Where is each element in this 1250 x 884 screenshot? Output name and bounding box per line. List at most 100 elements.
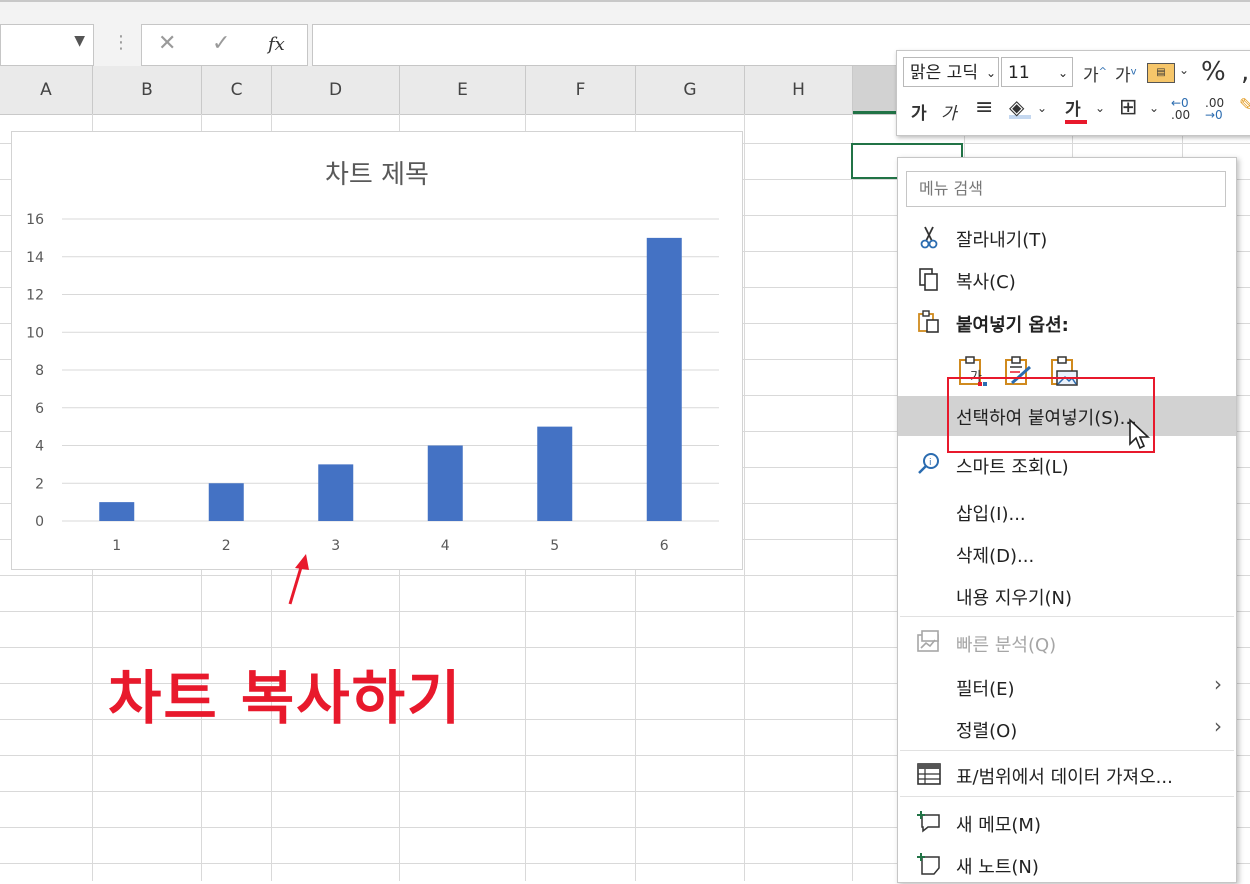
chevron-down-icon[interactable]: ⌄: [1149, 101, 1159, 115]
mouse-cursor-icon: [1129, 418, 1150, 450]
new-note-icon: [917, 853, 940, 875]
enter-icon[interactable]: ✓: [212, 31, 230, 56]
menu-item-label: 빠른 분석(Q): [956, 635, 1057, 656]
percent-style-button[interactable]: %: [1201, 57, 1226, 87]
currency-format-icon[interactable]: ▤: [1147, 63, 1175, 83]
grid-line: [744, 114, 745, 881]
chevron-right-icon: ›: [1214, 714, 1222, 738]
menu-item-quick-analysis[interactable]: 빠른 분석(Q): [898, 622, 1236, 662]
x-tick-label: 3: [331, 538, 340, 554]
y-tick-label: 8: [35, 363, 44, 379]
bar[interactable]: [318, 464, 354, 521]
align-center-icon[interactable]: ≡: [975, 95, 993, 120]
increase-decimal-icon[interactable]: ←0.00: [1171, 97, 1190, 121]
menu-item-label: 삭제(D)...: [956, 546, 1035, 567]
menu-item-label: 표/범위에서 데이터 가져오...: [956, 767, 1173, 788]
insert-function-icon[interactable]: fx: [268, 34, 285, 55]
menu-item-insert[interactable]: 삽입(I)...: [898, 491, 1236, 531]
menu-item-label: 필터(E): [956, 679, 1015, 700]
x-tick-label: 2: [222, 538, 231, 554]
svg-text:i: i: [929, 458, 932, 468]
x-tick-label: 6: [660, 538, 669, 554]
italic-button[interactable]: 가: [941, 99, 957, 124]
font-name-select[interactable]: 맑은 고딕 ⌄: [903, 57, 999, 87]
chevron-down-icon[interactable]: ▼: [74, 33, 85, 49]
context-menu: 메뉴 검색 잘라내기(T) 복사(C) 붙여넣기 옵션: 가 선택하여 붙여넣기…: [897, 157, 1237, 883]
fill-color-icon[interactable]: ◈: [1009, 95, 1031, 119]
formula-buttons: ✕ ✓ fx: [141, 24, 308, 66]
menu-item-sort[interactable]: 정렬(O) ›: [898, 708, 1236, 748]
menu-item-paste-options: 붙여넣기 옵션:: [898, 302, 1236, 342]
y-tick-label: 6: [35, 401, 44, 417]
y-tick-label: 14: [26, 250, 44, 266]
clipboard-icon: [918, 310, 939, 333]
y-tick-label: 4: [35, 439, 44, 455]
menu-item-copy[interactable]: 복사(C): [898, 259, 1236, 299]
bar[interactable]: [208, 483, 244, 521]
bold-button[interactable]: 가: [911, 99, 927, 124]
col-header-c[interactable]: C: [202, 66, 272, 114]
cancel-icon[interactable]: ✕: [158, 31, 176, 56]
new-comment-icon: [917, 811, 940, 833]
col-header-f[interactable]: F: [526, 66, 636, 114]
grid-line: [852, 114, 853, 881]
x-tick-label: 1: [112, 538, 121, 554]
menu-item-label: 정렬(O): [956, 721, 1018, 742]
x-tick-label: 5: [550, 538, 559, 554]
menu-item-label: 삽입(I)...: [956, 504, 1026, 525]
smart-lookup-icon: i: [918, 453, 939, 474]
menu-item-new-note[interactable]: 새 노트(N): [898, 844, 1236, 884]
menu-item-filter[interactable]: 필터(E) ›: [898, 666, 1236, 706]
bar[interactable]: [427, 445, 463, 522]
menu-item-label: 붙여넣기 옵션:: [956, 315, 1069, 336]
y-tick-label: 0: [35, 514, 44, 530]
bar[interactable]: [99, 502, 135, 521]
grow-font-icon[interactable]: 가^: [1083, 61, 1107, 86]
format-painter-icon[interactable]: ✎: [1239, 95, 1250, 116]
menu-search-input[interactable]: 메뉴 검색: [906, 171, 1226, 207]
menu-item-cut[interactable]: 잘라내기(T): [898, 217, 1236, 257]
menu-separator: [900, 750, 1234, 751]
menu-separator: [900, 796, 1234, 797]
chevron-down-icon[interactable]: ⌄: [1179, 63, 1189, 77]
chevron-down-icon[interactable]: ⌄: [1095, 101, 1105, 115]
copy-icon: [919, 268, 938, 291]
red-arrow-icon: [288, 554, 309, 605]
menu-item-delete[interactable]: 삭제(D)...: [898, 533, 1236, 573]
font-name-value: 맑은 고딕: [910, 63, 978, 83]
col-header-d[interactable]: D: [272, 66, 400, 114]
menu-item-get-data-from-table[interactable]: 표/범위에서 데이터 가져오...: [898, 754, 1236, 794]
decrease-decimal-icon[interactable]: .00 →0: [1205, 97, 1224, 121]
chart[interactable]: 차트 제목 0 2 4 6 8 10 12 14 16 1 2 3 4 5 6: [11, 131, 743, 570]
annotation-text: 차트 복사하기: [108, 664, 463, 732]
menu-item-new-comment[interactable]: 새 메모(M): [898, 802, 1236, 842]
menu-separator: [900, 616, 1234, 617]
name-box[interactable]: ▼: [0, 24, 94, 66]
mini-toolbar: 맑은 고딕 ⌄ 11 ⌄ 가^ 가v ▤ ⌄ % , 가 가 ≡ ◈ ⌄ 가 ⌄…: [896, 50, 1250, 136]
menu-item-label: 잘라내기(T): [956, 230, 1048, 251]
col-header-e[interactable]: E: [400, 66, 526, 114]
col-header-h[interactable]: H: [745, 66, 853, 114]
font-color-icon[interactable]: 가: [1065, 95, 1087, 124]
chevron-down-icon[interactable]: ⌄: [1037, 101, 1047, 115]
highlight-box: [947, 377, 1155, 453]
col-header-b[interactable]: B: [93, 66, 202, 114]
y-tick-label: 2: [35, 476, 44, 492]
font-size-select[interactable]: 11 ⌄: [1001, 57, 1073, 87]
borders-icon[interactable]: ⊞: [1119, 95, 1137, 120]
table-icon: [917, 763, 941, 785]
grip-icon: ⋮: [112, 32, 130, 53]
chart-plot: 02468101214161 2 3 4 5 6: [26, 212, 719, 554]
menu-item-clear-contents[interactable]: 내용 지우기(N): [898, 575, 1236, 615]
bar[interactable]: [537, 426, 573, 521]
font-size-value: 11: [1008, 63, 1030, 83]
comma-style-icon[interactable]: ,: [1241, 57, 1249, 87]
col-header-g[interactable]: G: [636, 66, 745, 114]
shrink-font-icon[interactable]: 가v: [1115, 61, 1137, 86]
chevron-down-icon: ⌄: [1057, 66, 1068, 80]
bar[interactable]: [646, 237, 682, 521]
col-header-a[interactable]: A: [0, 66, 93, 114]
chevron-right-icon: ›: [1214, 672, 1222, 696]
menu-item-label: 새 메모(M): [956, 815, 1041, 836]
y-tick-label: 10: [26, 325, 44, 341]
